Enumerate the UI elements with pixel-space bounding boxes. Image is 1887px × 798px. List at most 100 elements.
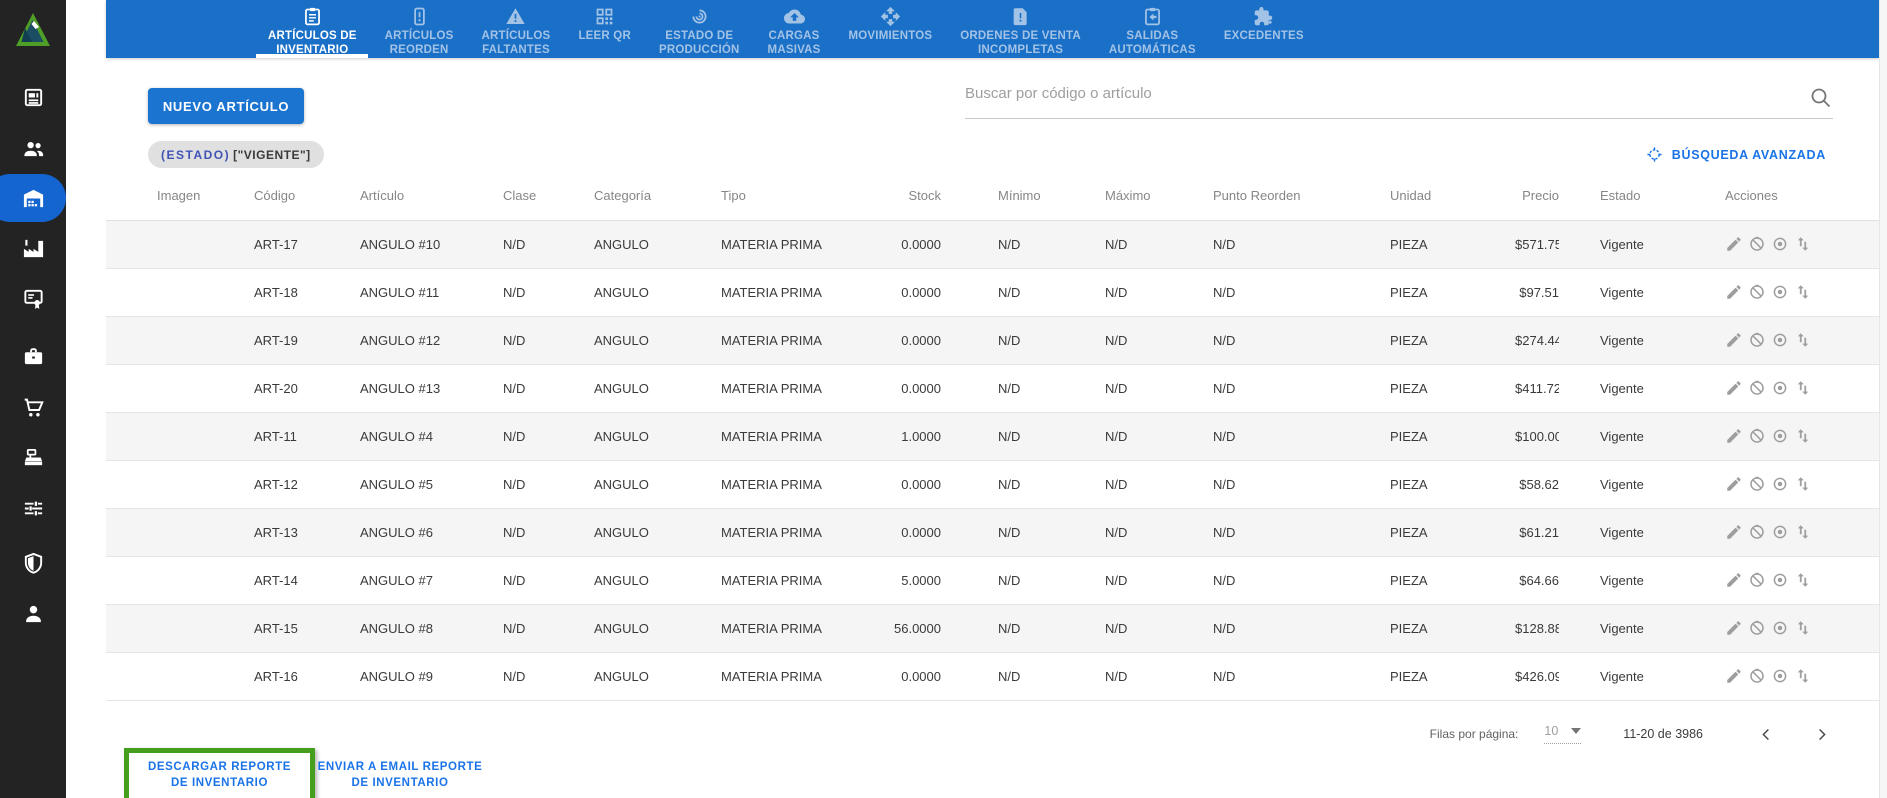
swap-vertical-icon[interactable] (1794, 283, 1812, 301)
cell-clase: N/D (503, 556, 594, 605)
edit-pencil-icon[interactable] (1725, 283, 1743, 301)
cell-estado: Vigente (1559, 604, 1690, 653)
view-details-icon[interactable] (1771, 235, 1789, 253)
cell-acciones (1690, 220, 1879, 269)
view-details-icon[interactable] (1771, 331, 1789, 349)
swap-vertical-icon[interactable] (1794, 427, 1812, 445)
download-report-link[interactable]: DESCARGAR REPORTE DE INVENTARIO (148, 760, 291, 791)
cell-codigo: ART-13 (254, 508, 360, 557)
tab-excedentes[interactable]: EXCEDENTES (1210, 0, 1318, 58)
view-details-icon[interactable] (1771, 283, 1789, 301)
edit-pencil-icon[interactable] (1725, 427, 1743, 445)
previous-page-button[interactable] (1755, 723, 1777, 745)
view-details-icon[interactable] (1771, 427, 1789, 445)
cell-punto-reorden: N/D (1213, 556, 1390, 605)
column-header-acciones: Acciones (1690, 172, 1879, 221)
sidebar-item-point-of-sale[interactable] (0, 435, 66, 479)
tab-estado-de-produccion[interactable]: ESTADO DE PRODUCCIÓN (645, 0, 754, 58)
cell-estado: Vigente (1559, 268, 1690, 317)
cell-codigo: ART-17 (254, 220, 360, 269)
delete-disabled-icon[interactable] (1748, 571, 1766, 589)
cell-codigo: ART-16 (254, 652, 360, 701)
view-details-icon[interactable] (1771, 571, 1789, 589)
tab-label: CARGAS MASIVAS (767, 30, 821, 57)
sidebar-item-portfolio[interactable] (0, 334, 66, 378)
search-icon[interactable] (1809, 86, 1833, 110)
edit-pencil-icon[interactable] (1725, 667, 1743, 685)
cell-acciones (1690, 412, 1879, 461)
cell-maximo: N/D (1105, 364, 1213, 413)
cell-precio: $61.21 (1515, 508, 1559, 557)
advanced-search-link[interactable]: BÚSQUEDA AVANZADA (1646, 146, 1826, 163)
estado-filter-chip[interactable]: (ESTADO) ["VIGENTE"] (148, 141, 324, 168)
new-article-button[interactable]: NUEVO ARTÍCULO (148, 88, 304, 124)
delete-disabled-icon[interactable] (1748, 331, 1766, 349)
tab-label: ESTADO DE PRODUCCIÓN (658, 30, 740, 57)
sidebar-item-security[interactable] (0, 541, 66, 585)
delete-disabled-icon[interactable] (1748, 235, 1766, 253)
pagination-bar: Filas por página: 10 11-20 de 3986 (1430, 714, 1832, 754)
rows-per-page-select[interactable]: 10 (1544, 724, 1582, 744)
email-report-link[interactable]: ENVIAR A EMAIL REPORTE DE INVENTARIO (310, 760, 490, 791)
swap-vertical-icon[interactable] (1794, 379, 1812, 397)
swap-vertical-icon[interactable] (1794, 619, 1812, 637)
swap-vertical-icon[interactable] (1794, 667, 1812, 685)
sidebar-item-news-feed[interactable] (0, 75, 66, 119)
view-details-icon[interactable] (1771, 667, 1789, 685)
column-header-codigo: Código (254, 172, 360, 221)
swap-vertical-icon[interactable] (1794, 523, 1812, 541)
scrollbar-track[interactable] (1879, 0, 1887, 798)
delete-disabled-icon[interactable] (1748, 523, 1766, 541)
swap-vertical-icon[interactable] (1794, 235, 1812, 253)
sidebar-item-profile[interactable] (0, 591, 66, 635)
edit-pencil-icon[interactable] (1725, 379, 1743, 397)
edit-pencil-icon[interactable] (1725, 331, 1743, 349)
cell-imagen (106, 604, 254, 653)
sidebar-item-inventory[interactable] (0, 174, 66, 222)
tab-leer-qr[interactable]: LEER QR (564, 0, 645, 58)
cell-imagen (106, 316, 254, 365)
tab-movimientos[interactable]: MOVIMIENTOS (835, 0, 947, 58)
move-arrows-icon (880, 6, 901, 27)
tune-sliders-icon (24, 501, 42, 515)
tab-articulos-faltantes[interactable]: ARTÍCULOS FALTANTES (468, 0, 565, 58)
cell-categoria: ANGULO (594, 460, 721, 509)
edit-pencil-icon[interactable] (1725, 619, 1743, 637)
sidebar-item-production[interactable] (0, 226, 66, 270)
delete-disabled-icon[interactable] (1748, 619, 1766, 637)
sidebar-item-sales[interactable] (0, 385, 66, 429)
cell-categoria: ANGULO (594, 268, 721, 317)
edit-pencil-icon[interactable] (1725, 571, 1743, 589)
sidebar-item-settings[interactable] (0, 486, 66, 530)
delete-disabled-icon[interactable] (1748, 283, 1766, 301)
swap-vertical-icon[interactable] (1794, 475, 1812, 493)
swap-vertical-icon[interactable] (1794, 571, 1812, 589)
tab-ordenes-de-venta-incompletas[interactable]: ORDENES DE VENTA INCOMPLETAS (946, 0, 1095, 58)
next-page-button[interactable] (1810, 723, 1832, 745)
delete-disabled-icon[interactable] (1748, 667, 1766, 685)
sidebar-item-customers[interactable] (0, 126, 66, 170)
delete-disabled-icon[interactable] (1748, 379, 1766, 397)
tab-label: SALIDAS AUTOMÁTICAS (1108, 30, 1196, 57)
view-details-icon[interactable] (1771, 523, 1789, 541)
tab-articulos-reorden[interactable]: ARTÍCULOS REORDEN (371, 0, 468, 58)
certificate-icon (23, 289, 43, 309)
edit-pencil-icon[interactable] (1725, 235, 1743, 253)
cell-precio: $571.75 (1515, 220, 1559, 269)
view-details-icon[interactable] (1771, 619, 1789, 637)
cell-punto-reorden: N/D (1213, 652, 1390, 701)
sidebar-item-certificates[interactable] (0, 276, 66, 320)
swap-vertical-icon[interactable] (1794, 331, 1812, 349)
search-input[interactable] (965, 72, 1833, 118)
cell-estado: Vigente (1559, 508, 1690, 557)
edit-pencil-icon[interactable] (1725, 523, 1743, 541)
delete-disabled-icon[interactable] (1748, 475, 1766, 493)
customers-people-icon (23, 141, 43, 156)
tab-articulos-de-inventario[interactable]: ARTÍCULOS DE INVENTARIO (254, 0, 371, 58)
delete-disabled-icon[interactable] (1748, 427, 1766, 445)
edit-pencil-icon[interactable] (1725, 475, 1743, 493)
view-details-icon[interactable] (1771, 379, 1789, 397)
tab-cargas-masivas[interactable]: CARGAS MASIVAS (754, 0, 835, 58)
view-details-icon[interactable] (1771, 475, 1789, 493)
tab-salidas-automaticas[interactable]: SALIDAS AUTOMÁTICAS (1095, 0, 1210, 58)
